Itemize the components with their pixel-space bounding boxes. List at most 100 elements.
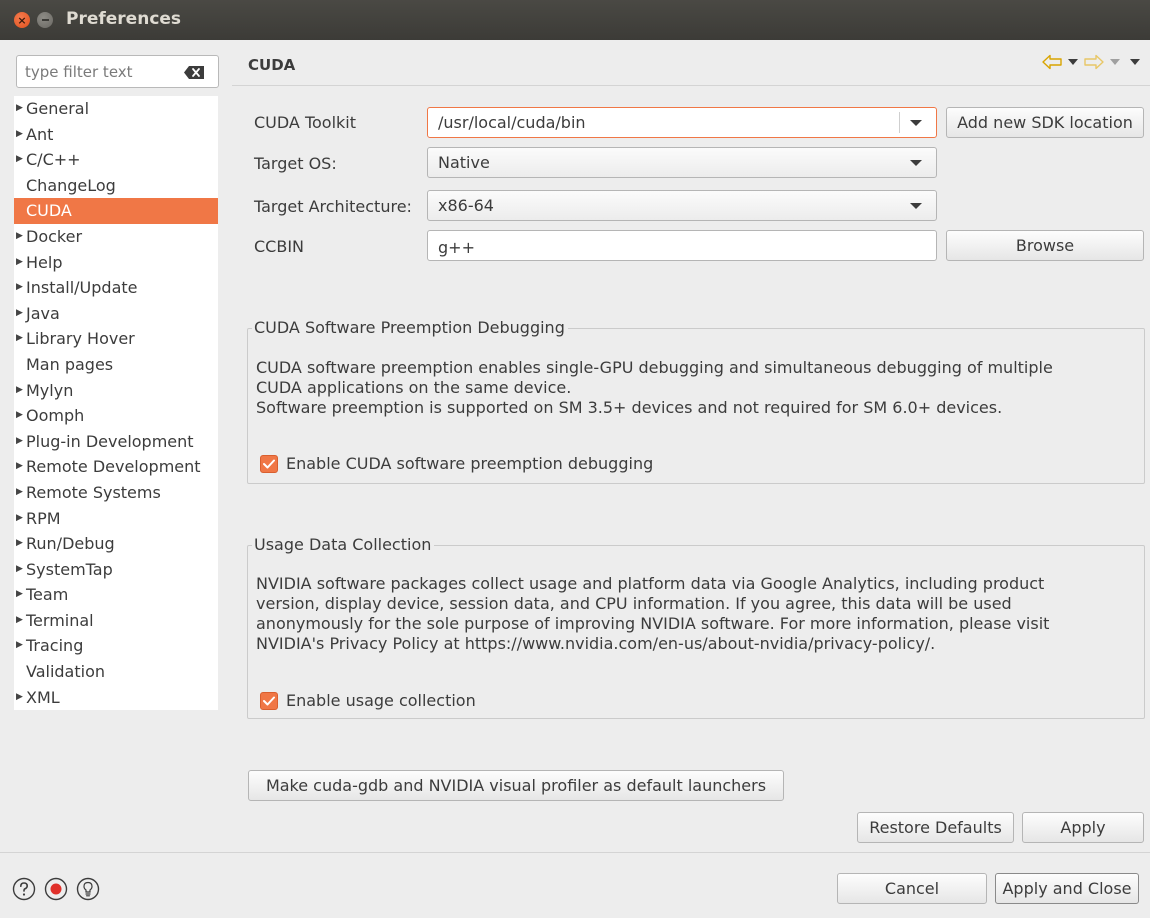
expand-arrow-icon[interactable]: ▶ <box>16 326 23 352</box>
apply-and-close-button[interactable]: Apply and Close <box>995 873 1139 904</box>
preference-page: CUDA CUDA Toolkit Add new SDK location T… <box>232 40 1150 852</box>
expand-arrow-icon[interactable]: ▶ <box>16 454 23 480</box>
expand-arrow-icon[interactable]: ▶ <box>16 531 23 557</box>
preemption-line: Software preemption is supported on SM 3… <box>256 398 1003 417</box>
sidebar-item-validation[interactable]: Validation <box>14 659 218 685</box>
sidebar-item-xml[interactable]: ▶ XML <box>14 685 218 711</box>
toolkit-input[interactable] <box>428 108 898 137</box>
ccbin-label: CCBIN <box>254 237 305 256</box>
preferences-sidebar: ▶General▶Ant▶C/C++ChangeLogCUDA▶Docker▶H… <box>0 40 232 852</box>
expand-arrow-icon[interactable]: ▶ <box>16 557 23 583</box>
sidebar-item-run-debug[interactable]: ▶ Run/Debug <box>14 531 218 557</box>
clear-filter-icon[interactable] <box>184 66 204 79</box>
sidebar-item-remote-development[interactable]: ▶ Remote Development <box>14 454 218 480</box>
sidebar-item-plug-in-development[interactable]: ▶ Plug-in Development <box>14 429 218 455</box>
combo-divider <box>899 112 900 133</box>
help-icon[interactable] <box>12 877 36 901</box>
browse-button[interactable]: Browse <box>946 230 1144 261</box>
ccbin-field <box>427 230 937 261</box>
add-sdk-location-button[interactable]: Add new SDK location <box>946 107 1144 138</box>
sidebar-item-label: Terminal <box>26 610 94 630</box>
toolkit-dropdown-chevron-icon[interactable] <box>910 120 922 126</box>
sidebar-item-label: XML <box>26 687 60 707</box>
apply-button[interactable]: Apply <box>1022 812 1144 843</box>
target-architecture-value: x86-64 <box>438 196 494 215</box>
expand-arrow-icon[interactable]: ▶ <box>16 122 23 148</box>
tip-icon[interactable] <box>76 877 100 901</box>
sidebar-item-man-pages[interactable]: Man pages <box>14 352 218 378</box>
sidebar-item-label: Run/Debug <box>26 534 115 554</box>
toolkit-label: CUDA Toolkit <box>254 113 357 132</box>
minimize-window-icon[interactable] <box>37 12 53 28</box>
expand-arrow-icon[interactable]: ▶ <box>16 403 23 429</box>
sidebar-item-label: Man pages <box>26 354 114 374</box>
forward-menu-chevron-icon[interactable] <box>1110 59 1120 65</box>
sidebar-item-library-hover[interactable]: ▶ Library Hover <box>14 326 218 352</box>
expand-arrow-icon[interactable]: ▶ <box>16 96 23 122</box>
back-menu-chevron-icon[interactable] <box>1068 59 1078 65</box>
footer-separator <box>0 852 1150 853</box>
back-arrow-icon[interactable] <box>1042 54 1062 70</box>
expand-arrow-icon[interactable]: ▶ <box>16 378 23 404</box>
view-menu-chevron-icon[interactable] <box>1130 59 1140 65</box>
preemption-checkbox[interactable] <box>260 454 278 473</box>
sidebar-item-general[interactable]: ▶ General <box>14 96 218 122</box>
usage-checkbox-row[interactable]: Enable usage collection <box>260 691 476 710</box>
window-title: Preferences <box>66 9 182 29</box>
preemption-description: CUDA software preemption enables single-… <box>256 358 1053 418</box>
expand-arrow-icon[interactable]: ▶ <box>16 147 23 173</box>
sidebar-item-java[interactable]: ▶ Java <box>14 301 218 327</box>
sidebar-item-mylyn[interactable]: ▶ Mylyn <box>14 378 218 404</box>
expand-arrow-icon[interactable]: ▶ <box>16 301 23 327</box>
expand-arrow-icon[interactable]: ▶ <box>16 608 23 634</box>
usage-collection-group: Usage Data Collection NVIDIA software pa… <box>247 535 1145 719</box>
default-launchers-button[interactable]: Make cuda-gdb and NVIDIA visual profiler… <box>248 770 784 801</box>
restore-defaults-button[interactable]: Restore Defaults <box>857 812 1014 843</box>
sidebar-item-label: Help <box>26 252 63 272</box>
expand-arrow-icon[interactable]: ▶ <box>16 275 23 301</box>
expand-arrow-icon[interactable]: ▶ <box>16 224 23 250</box>
record-icon[interactable] <box>44 877 68 901</box>
sidebar-item-remote-systems[interactable]: ▶ Remote Systems <box>14 480 218 506</box>
preemption-group: CUDA Software Preemption Debugging CUDA … <box>247 318 1145 484</box>
expand-arrow-icon[interactable]: ▶ <box>16 506 23 532</box>
filter-input[interactable] <box>17 56 182 87</box>
forward-arrow-icon[interactable] <box>1084 54 1104 70</box>
sidebar-item-rpm[interactable]: ▶ RPM <box>14 506 218 532</box>
preemption-checkbox-label: Enable CUDA software preemption debuggin… <box>286 454 654 473</box>
expand-arrow-icon[interactable]: ▶ <box>16 480 23 506</box>
sidebar-item-install-update[interactable]: ▶ Install/Update <box>14 275 218 301</box>
preemption-checkbox-row[interactable]: Enable CUDA software preemption debuggin… <box>260 454 653 473</box>
title-separator <box>232 85 1150 86</box>
sidebar-item-docker[interactable]: ▶ Docker <box>14 224 218 250</box>
expand-arrow-icon[interactable]: ▶ <box>16 582 23 608</box>
expand-arrow-icon[interactable]: ▶ <box>16 685 23 711</box>
sidebar-item-label: Oomph <box>26 406 85 426</box>
cancel-button[interactable]: Cancel <box>837 873 987 904</box>
target-os-select[interactable]: Native <box>427 147 937 178</box>
sidebar-item-terminal[interactable]: ▶ Terminal <box>14 608 218 634</box>
ccbin-input[interactable] <box>428 231 936 260</box>
sidebar-item-ant[interactable]: ▶ Ant <box>14 122 218 148</box>
page-navigation <box>1042 54 1140 70</box>
sidebar-item-tracing[interactable]: ▶ Tracing <box>14 633 218 659</box>
checkmark-icon <box>263 696 275 705</box>
sidebar-item-label: Library Hover <box>26 329 135 349</box>
preferences-tree: ▶ General ▶ Ant ▶ C/C++ ChangeLog CUDA ▶ Docker ▶ H… <box>14 96 218 710</box>
sidebar-item-c-c-[interactable]: ▶ C/C++ <box>14 147 218 173</box>
sidebar-item-systemtap[interactable]: ▶ SystemTap <box>14 557 218 583</box>
sidebar-item-label: ChangeLog <box>26 175 116 195</box>
sidebar-item-cuda[interactable]: CUDA <box>14 198 218 224</box>
expand-arrow-icon[interactable]: ▶ <box>16 429 23 455</box>
expand-arrow-icon[interactable]: ▶ <box>16 250 23 276</box>
sidebar-item-changelog[interactable]: ChangeLog <box>14 173 218 199</box>
usage-line: NVIDIA's Privacy Policy at https://www.n… <box>256 634 936 653</box>
close-window-icon[interactable]: × <box>14 12 30 28</box>
expand-arrow-icon[interactable]: ▶ <box>16 633 23 659</box>
target-os-label: Target OS: <box>254 154 337 173</box>
target-architecture-select[interactable]: x86-64 <box>427 190 937 221</box>
sidebar-item-oomph[interactable]: ▶ Oomph <box>14 403 218 429</box>
sidebar-item-team[interactable]: ▶ Team <box>14 582 218 608</box>
usage-checkbox[interactable] <box>260 691 278 710</box>
sidebar-item-help[interactable]: ▶ Help <box>14 250 218 276</box>
